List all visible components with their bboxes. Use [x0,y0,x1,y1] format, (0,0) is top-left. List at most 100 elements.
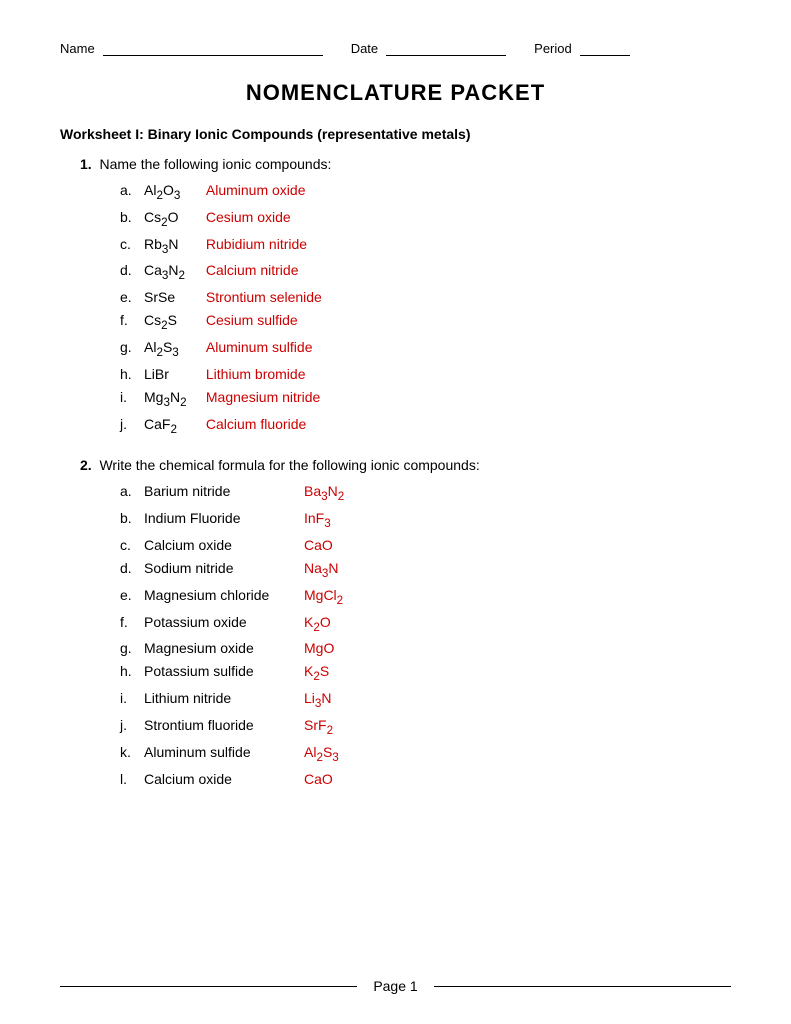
compound-name: Calcium oxide [144,537,304,553]
item-label: i. [120,389,144,405]
q1-item-d: d.Ca3N2 Calcium nitride [120,262,731,282]
name-label: Name [60,41,95,56]
answer: Cesium oxide [202,209,291,225]
formula-answer: MgO [304,640,334,656]
item-label: c. [120,236,144,252]
date-label: Date [351,41,378,56]
formula-answer: Na3N [304,560,339,580]
item-label: k. [120,744,144,760]
q1-item-h: h.LiBr Lithium bromide [120,366,731,382]
answer: Aluminum sulfide [202,339,313,355]
q1-item-b: b.Cs2O Cesium oxide [120,209,731,229]
compound-name: Indium Fluoride [144,510,304,526]
answer: Calcium nitride [202,262,298,278]
formula: Rb3N [144,236,202,256]
q2-item-a: a.Barium nitrideBa3N2 [120,483,731,503]
compound-name: Sodium nitride [144,560,304,576]
item-label: j. [120,416,144,432]
formula-answer: SrF2 [304,717,333,737]
item-label: a. [120,483,144,499]
formula: LiBr [144,366,202,382]
q2-item-k: k.Aluminum sulfideAl2S3 [120,744,731,764]
header: Name Date Period [60,40,731,56]
q1-item-e: e.SrSe Strontium selenide [120,289,731,305]
answer: Aluminum oxide [202,182,306,198]
answer: Magnesium nitride [202,389,320,405]
item-label: g. [120,640,144,656]
item-label: g. [120,339,144,355]
formula: Al2S3 [144,339,202,359]
item-label: d. [120,262,144,278]
q1-intro: 1. Name the following ionic compounds: [80,156,731,172]
worksheet-title: Worksheet I: Binary Ionic Compounds (rep… [60,126,731,142]
q1-item-a: a.Al2O3 Aluminum oxide [120,182,731,202]
item-label: b. [120,510,144,526]
answer: Calcium fluoride [202,416,306,432]
q1-item-i: i.Mg3N2 Magnesium nitride [120,389,731,409]
q2-item-f: f.Potassium oxideK2O [120,614,731,634]
item-label: h. [120,366,144,382]
formula-answer: Al2S3 [304,744,339,764]
q1-item-j: j.CaF2 Calcium fluoride [120,416,731,436]
answer: Strontium selenide [202,289,322,305]
formula: CaF2 [144,416,202,436]
formula-answer: MgCl2 [304,587,343,607]
item-label: a. [120,182,144,198]
period-field [580,40,630,56]
formula-answer: InF3 [304,510,331,530]
item-label: i. [120,690,144,706]
q2-item-h: h.Potassium sulfideK2S [120,663,731,683]
footer-right-line [434,986,731,987]
compound-name: Lithium nitride [144,690,304,706]
q2-item-c: c.Calcium oxideCaO [120,537,731,553]
formula: Ca3N2 [144,262,202,282]
formula: Al2O3 [144,182,202,202]
item-label: l. [120,771,144,787]
compound-name: Calcium oxide [144,771,304,787]
formula: Mg3N2 [144,389,202,409]
formula: Cs2S [144,312,202,332]
q1-list: a.Al2O3 Aluminum oxide b.Cs2O Cesium oxid… [120,182,731,435]
formula: SrSe [144,289,202,305]
formula-answer: K2S [304,663,329,683]
name-field [103,40,323,56]
compound-name: Magnesium chloride [144,587,304,603]
period-label: Period [534,41,572,56]
formula-answer: Li3N [304,690,332,710]
page-title: Nomenclature Packet [60,80,731,106]
answer: Cesium sulfide [202,312,298,328]
formula: Cs2O [144,209,202,229]
q2-item-l: l.Calcium oxideCaO [120,771,731,787]
formula-answer: K2O [304,614,331,634]
q2-item-d: d.Sodium nitrideNa3N [120,560,731,580]
q1-item-f: f.Cs2S Cesium sulfide [120,312,731,332]
item-label: e. [120,289,144,305]
item-label: e. [120,587,144,603]
q2-item-j: j.Strontium fluorideSrF2 [120,717,731,737]
date-field [386,40,506,56]
q2-item-g: g.Magnesium oxideMgO [120,640,731,656]
compound-name: Potassium sulfide [144,663,304,679]
q1-item-c: c.Rb3N Rubidium nitride [120,236,731,256]
answer: Lithium bromide [202,366,306,382]
compound-name: Aluminum sulfide [144,744,304,760]
question-1-block: 1. Name the following ionic compounds: a… [60,156,731,435]
formula-answer: CaO [304,537,333,553]
question-2-block: 2. Write the chemical formula for the fo… [60,457,731,786]
compound-name: Magnesium oxide [144,640,304,656]
footer-left-line [60,986,357,987]
item-label: h. [120,663,144,679]
item-label: j. [120,717,144,733]
compound-name: Strontium fluoride [144,717,304,733]
compound-name: Barium nitride [144,483,304,499]
compound-name: Potassium oxide [144,614,304,630]
formula-answer: Ba3N2 [304,483,344,503]
item-label: d. [120,560,144,576]
item-label: f. [120,614,144,630]
q2-list: a.Barium nitrideBa3N2 b.Indium FluorideIn… [120,483,731,786]
q2-intro: 2. Write the chemical formula for the fo… [80,457,731,473]
item-label: f. [120,312,144,328]
q2-item-b: b.Indium FluorideInF3 [120,510,731,530]
q2-item-i: i.Lithium nitrideLi3N [120,690,731,710]
answer: Rubidium nitride [202,236,307,252]
